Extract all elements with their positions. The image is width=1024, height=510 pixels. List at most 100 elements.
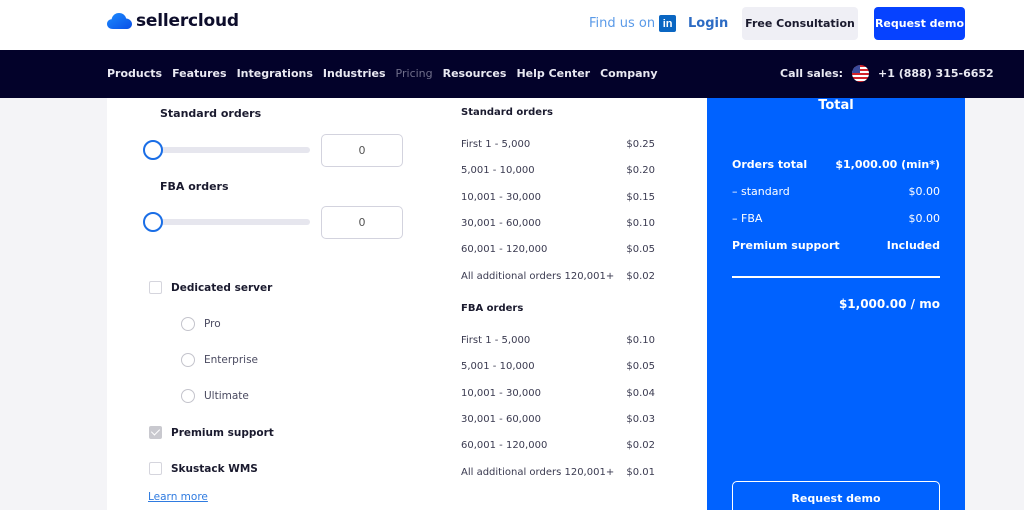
nav-item-company[interactable]: Company (600, 67, 657, 80)
fba-total-row: – FBA $0.00 (732, 212, 940, 225)
standard-pricing-row: First 1 - 5,000 $0.25 (461, 139, 655, 150)
standard-pricing-row: 5,001 - 10,000 $0.20 (461, 165, 655, 176)
nav-item-industries[interactable]: Industries (323, 67, 386, 80)
total-panel: Total Orders total $1,000.00 (min*) – st… (707, 98, 965, 510)
call-sales[interactable]: Call sales: +1 (888) 315-6652 (780, 65, 994, 82)
find-us-label: Find us on (589, 16, 656, 31)
tier-range: First 1 - 5,000 (461, 139, 531, 150)
fba-pricing-row: 60,001 - 120,000 $0.02 (461, 440, 655, 451)
tier-range: 5,001 - 10,000 (461, 361, 535, 373)
standard-total-value: $0.00 (908, 185, 941, 198)
tier-range: 10,001 - 30,000 (461, 387, 541, 399)
tier-pro-radio[interactable] (181, 317, 195, 331)
us-flag-icon (852, 65, 870, 82)
standard-orders-label: Standard orders (160, 107, 262, 120)
fba-orders-label: FBA orders (160, 180, 229, 193)
fba-pricing-row: First 1 - 5,000 $0.10 (461, 335, 655, 346)
orders-total-row: Orders total $1,000.00 (min*) (732, 158, 940, 171)
tier-price: $0.05 (626, 244, 655, 256)
tier-enterprise-label: Enterprise (204, 354, 259, 366)
tier-price: $0.20 (626, 165, 655, 177)
standard-total-label: – standard (732, 185, 790, 198)
tier-price: $0.25 (626, 139, 655, 150)
cloud-logo-icon (107, 13, 132, 29)
nav-item-help-center[interactable]: Help Center (516, 67, 590, 80)
top-header: sellercloud Find us on in Login Free Con… (0, 0, 1024, 50)
tier-ultimate-label: Ultimate (204, 390, 249, 402)
premium-support-total-value: Included (886, 239, 940, 252)
free-consultation-button[interactable]: Free Consultation (742, 7, 858, 40)
premium-support-total-label: Premium support (732, 239, 840, 252)
main-nav: Products Features Integrations Industrie… (0, 50, 1024, 98)
grand-total: $1,000.00 / mo (838, 297, 940, 311)
tier-range: All additional orders 120,001+ (461, 270, 615, 282)
tier-range: 60,001 - 120,000 (461, 440, 548, 452)
tier-range: 10,001 - 30,000 (461, 191, 541, 203)
tier-price: $0.10 (626, 335, 655, 346)
phone-number[interactable]: +1 (888) 315-6652 (878, 67, 994, 80)
tier-ultimate-radio[interactable] (181, 389, 195, 403)
request-demo-button[interactable]: Request demo (874, 7, 965, 40)
fba-orders-input[interactable] (321, 206, 403, 239)
call-sales-label: Call sales: (780, 67, 844, 80)
pricing-calculator: Standard orders FBA orders Dedicated ser… (107, 98, 707, 510)
tier-range: 30,001 - 60,000 (461, 413, 541, 425)
standard-pricing-row: All additional orders 120,001+ $0.02 (461, 271, 655, 282)
tier-price: $0.02 (626, 270, 655, 282)
logo[interactable]: sellercloud (107, 11, 239, 31)
nav-item-products[interactable]: Products (107, 67, 162, 80)
standard-pricing-row: 10,001 - 30,000 $0.15 (461, 192, 655, 203)
tier-price: $0.05 (626, 361, 655, 373)
fba-pricing-row: 5,001 - 10,000 $0.05 (461, 361, 655, 372)
nav-item-resources[interactable]: Resources (443, 67, 507, 80)
standard-orders-slider[interactable] (153, 147, 310, 153)
fba-pricing-title: FBA orders (461, 303, 524, 314)
standard-pricing-row: 30,001 - 60,000 $0.10 (461, 218, 655, 229)
total-divider (732, 276, 940, 278)
find-us-linkedin-link[interactable]: Find us on in (589, 15, 677, 32)
fba-pricing-row: All additional orders 120,001+ $0.01 (461, 467, 655, 478)
tier-price: $0.04 (626, 387, 655, 399)
tier-price: $0.03 (626, 413, 655, 425)
nav-item-pricing[interactable]: Pricing (396, 67, 433, 80)
total-title: Total (818, 98, 854, 113)
dedicated-server-checkbox[interactable] (149, 281, 162, 294)
tier-range: First 1 - 5,000 (461, 335, 531, 346)
premium-support-row: Premium support Included (732, 239, 940, 252)
tier-range: 30,001 - 60,000 (461, 217, 541, 229)
orders-total-value: $1,000.00 (min*) (835, 158, 940, 171)
fba-total-label: – FBA (732, 212, 763, 225)
panel-request-demo-button[interactable]: Request demo (732, 481, 940, 510)
tier-range: 60,001 - 120,000 (461, 244, 548, 256)
premium-support-checkbox[interactable] (149, 426, 162, 439)
standard-orders-input[interactable] (321, 134, 403, 167)
tier-range: All additional orders 120,001+ (461, 466, 615, 478)
premium-support-label: Premium support (171, 427, 274, 439)
tier-price: $0.01 (626, 466, 655, 478)
skustack-wms-label: Skustack WMS (171, 463, 258, 475)
standard-pricing-title: Standard orders (461, 107, 553, 118)
tier-range: 5,001 - 10,000 (461, 165, 535, 177)
tier-price: $0.15 (626, 191, 655, 203)
orders-total-label: Orders total (732, 158, 808, 171)
login-link[interactable]: Login (688, 16, 728, 31)
fba-total-value: $0.00 (908, 212, 941, 225)
fba-orders-slider[interactable] (153, 219, 310, 225)
nav-item-features[interactable]: Features (172, 67, 226, 80)
brand-name: sellercloud (136, 11, 239, 31)
dedicated-server-label: Dedicated server (171, 282, 273, 294)
linkedin-icon: in (659, 15, 677, 32)
tier-pro-label: Pro (204, 318, 221, 330)
fba-pricing-row: 30,001 - 60,000 $0.03 (461, 414, 655, 425)
fba-pricing-row: 10,001 - 30,000 $0.04 (461, 388, 655, 399)
nav-item-integrations[interactable]: Integrations (237, 67, 313, 80)
tier-enterprise-radio[interactable] (181, 353, 195, 367)
standard-pricing-row: 60,001 - 120,000 $0.05 (461, 244, 655, 255)
skustack-wms-checkbox[interactable] (149, 462, 162, 475)
standard-total-row: – standard $0.00 (732, 185, 940, 198)
fba-orders-slider-thumb[interactable] (143, 212, 163, 232)
standard-orders-slider-thumb[interactable] (143, 140, 163, 160)
tier-price: $0.10 (626, 217, 655, 229)
tier-price: $0.02 (626, 440, 655, 452)
learn-more-link[interactable]: Learn more (148, 491, 208, 503)
